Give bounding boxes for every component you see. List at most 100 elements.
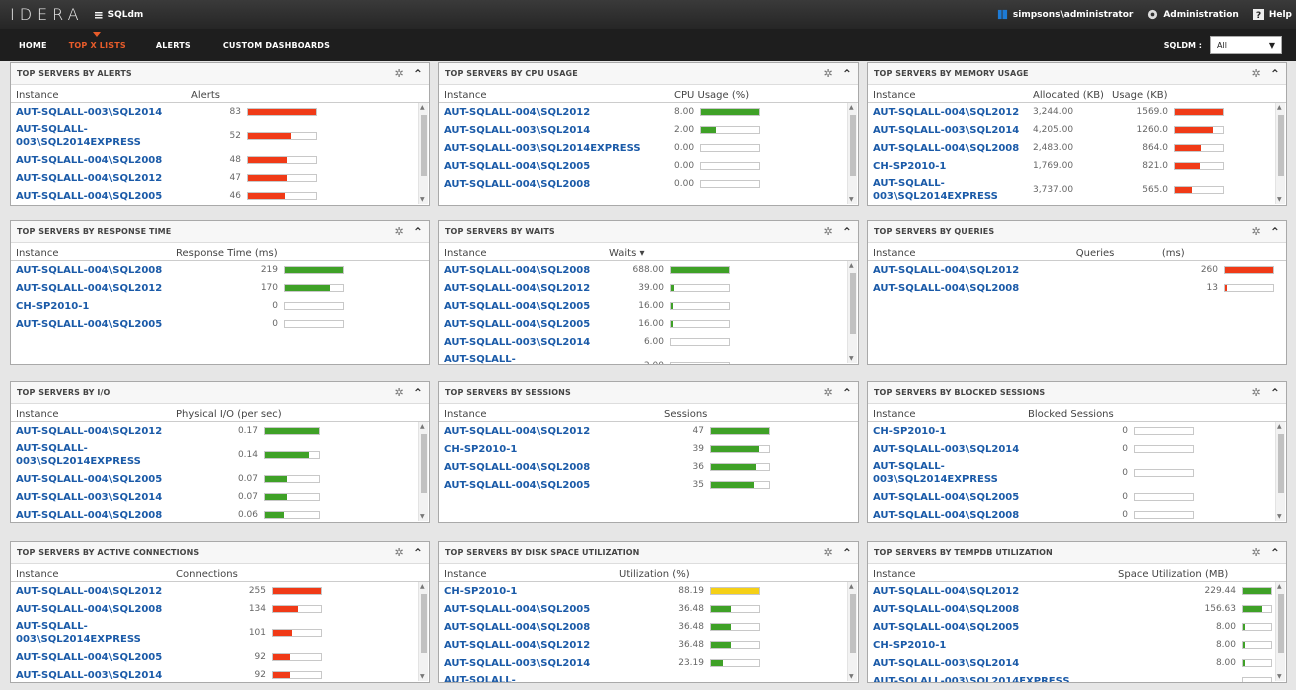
table-row[interactable]: AUT-SQLALL-004\SQL2008 48 [11,151,429,169]
instance-link[interactable]: AUT-SQLALL-004\SQL2005 [439,479,664,492]
scrollbar-thumb[interactable] [1278,594,1284,654]
scroll-up-icon[interactable]: ▲ [1277,583,1282,590]
instance-link[interactable]: AUT-SQLALL-003\SQL2014 [439,336,609,349]
table-row[interactable]: AUT-SQLALL-004\SQL2012 260 [868,261,1286,279]
scroll-down-icon[interactable]: ▼ [1277,513,1282,520]
column-header[interactable]: CPU Usage (%) [674,90,754,101]
scrollbar[interactable]: ▲ ▼ [418,582,428,681]
collapse-chevron-icon[interactable]: ⌃ [842,225,852,239]
column-header[interactable]: (ms) [1162,248,1286,259]
table-row[interactable]: AUT-SQLALL-004\SQL2012 8.00 [439,103,858,121]
column-header[interactable]: Instance [16,569,176,580]
instance-link[interactable]: AUT-SQLALL-004\SQL2005 [11,318,176,331]
scrollbar-thumb[interactable] [850,115,856,176]
user-menu[interactable]: simpsons\administrator [997,9,1133,20]
gear-icon[interactable]: ✲ [395,546,404,559]
instance-link[interactable]: AUT-SQLALL-003\SQL2014 [868,443,1028,456]
instance-link[interactable]: AUT-SQLALL-004\SQL2012 [11,282,176,295]
collapse-chevron-icon[interactable]: ⌃ [1270,386,1280,400]
collapse-chevron-icon[interactable]: ⌃ [842,386,852,400]
instance-link[interactable]: AUT-SQLALL-004\SQL2008 [11,264,176,277]
instance-link[interactable]: AUT-SQLALL-003\SQL2014EXPRESS [11,620,176,646]
table-row[interactable]: AUT-SQLALL-004\SQL2012 36.48 [439,636,858,654]
instance-link[interactable]: AUT-SQLALL-004\SQL2005 [868,491,1028,504]
instance-link[interactable]: AUT-SQLALL-004\SQL2012 [439,639,619,652]
scroll-up-icon[interactable]: ▲ [420,583,425,590]
column-header[interactable]: Instance [444,90,674,101]
column-header[interactable]: Waits ▾ [609,248,724,259]
column-header[interactable]: Response Time (ms) [176,248,338,259]
table-row[interactable]: AUT-SQLALL-003\SQL2014 6.00 [439,333,858,351]
table-row[interactable]: AUT-SQLALL-004\SQL2012 47 [11,169,429,187]
scrollbar[interactable]: ▲ ▼ [847,261,857,363]
scrollbar-thumb[interactable] [850,273,856,335]
scrollbar-thumb[interactable] [1278,115,1284,176]
column-header[interactable]: Instance [444,409,664,420]
table-row[interactable]: AUT-SQLALL-004\SQL2005 8.00 [868,618,1286,636]
nav-alerts[interactable]: ALERTS [156,41,191,50]
collapse-chevron-icon[interactable]: ⌃ [842,546,852,560]
scroll-down-icon[interactable]: ▼ [420,673,425,680]
scroll-down-icon[interactable]: ▼ [1277,673,1282,680]
instance-link[interactable]: AUT-SQLALL-004\SQL2012 [11,172,191,185]
table-row[interactable]: AUT-SQLALL-004\SQL2005 0.00 [439,157,858,175]
scroll-up-icon[interactable]: ▲ [1277,104,1282,111]
column-header[interactable]: Physical I/O (per sec) [176,409,314,420]
table-row[interactable]: AUT-SQLALL-004\SQL2005 0 [868,488,1286,506]
table-row[interactable]: AUT-SQLALL-004\SQL2005 46 [11,187,429,205]
instance-link[interactable]: CH-SP2010-1 [868,425,1028,438]
instance-link[interactable]: AUT-SQLALL-004\SQL2005 [11,190,191,203]
table-row[interactable]: AUT-SQLALL-004\SQL2005 92 [11,648,429,666]
table-row[interactable]: AUT-SQLALL-004\SQL2008 219 [11,261,429,279]
column-header[interactable]: Instance [873,248,1076,259]
scrollbar-thumb[interactable] [1278,434,1284,494]
instance-link[interactable]: CH-SP2010-1 [868,160,1033,173]
scroll-down-icon[interactable]: ▼ [849,355,854,362]
column-header[interactable]: Queries [1076,248,1162,259]
table-row[interactable]: AUT-SQLALL-003\SQL2014 2.00 [439,121,858,139]
column-header[interactable]: Instance [444,248,609,259]
scroll-down-icon[interactable]: ▼ [420,513,425,520]
table-row[interactable]: AUT-SQLALL-003\SQL2014EXPRESS 0.14 [11,440,429,470]
scrollbar-thumb[interactable] [421,434,427,494]
table-row[interactable]: AUT-SQLALL-003\SQL2014EXPRESS [439,672,858,682]
sqldm-filter-select[interactable]: All ▼ [1210,36,1282,54]
table-row[interactable]: AUT-SQLALL-004\SQL2008 688.00 [439,261,858,279]
table-row[interactable]: AUT-SQLALL-003\SQL2014 0.07 [11,488,429,506]
collapse-chevron-icon[interactable]: ⌃ [413,67,423,81]
scrollbar[interactable]: ▲ ▼ [1275,422,1285,521]
table-row[interactable]: AUT-SQLALL-003\SQL2014 23.19 [439,654,858,672]
table-row[interactable]: AUT-SQLALL-003\SQL2014EXPRESS 0.00 [439,139,858,157]
table-row[interactable]: AUT-SQLALL-004\SQL2012 47 [439,422,858,440]
instance-link[interactable]: AUT-SQLALL-004\SQL2008 [868,603,1118,616]
column-header[interactable]: Instance [444,569,619,580]
gear-icon[interactable]: ✲ [824,67,833,80]
collapse-chevron-icon[interactable]: ⌃ [842,67,852,81]
collapse-chevron-icon[interactable]: ⌃ [413,225,423,239]
table-row[interactable]: CH-SP2010-1 0 [868,422,1286,440]
instance-link[interactable]: AUT-SQLALL-004\SQL2008 [439,178,674,191]
table-row[interactable]: AUT-SQLALL-003\SQL2014EXPRESS2.00 [439,351,858,364]
instance-link[interactable]: AUT-SQLALL-003\SQL2014EXPRESS [439,142,674,155]
gear-icon[interactable]: ✲ [1252,386,1261,399]
column-header[interactable]: Instance [16,409,176,420]
instance-link[interactable]: AUT-SQLALL-003\SQL2014 [439,657,619,670]
collapse-chevron-icon[interactable]: ⌃ [1270,225,1280,239]
instance-link[interactable]: CH-SP2010-1 [868,639,1118,652]
instance-link[interactable]: AUT-SQLALL-004\SQL2012 [11,425,176,438]
column-header[interactable]: Instance [16,248,176,259]
scroll-up-icon[interactable]: ▲ [849,104,854,111]
table-row[interactable]: AUT-SQLALL-003\SQL2014 8.00 [868,654,1286,672]
table-row[interactable]: AUT-SQLALL-004\SQL2012 39.00 [439,279,858,297]
instance-link[interactable]: AUT-SQLALL-003\SQL2014EXPRESS [868,675,1118,683]
scrollbar[interactable]: ▲ ▼ [847,582,857,681]
instance-link[interactable]: AUT-SQLALL-003\SQL2014EXPRESS [868,460,1028,486]
table-row[interactable]: AUT-SQLALL-003\SQL2014EXPRESS 3,737.00 565… [868,175,1286,205]
instance-link[interactable]: AUT-SQLALL-004\SQL2008 [11,154,191,167]
instance-link[interactable]: AUT-SQLALL-003\SQL2014EXPRESS [439,674,619,682]
table-row[interactable]: AUT-SQLALL-004\SQL2008 156.63 [868,600,1286,618]
table-row[interactable]: AUT-SQLALL-004\SQL2005 36.48 [439,600,858,618]
instance-link[interactable]: AUT-SQLALL-004\SQL2012 [11,585,176,598]
instance-link[interactable]: AUT-SQLALL-004\SQL2008 [11,509,176,522]
table-row[interactable]: AUT-SQLALL-004\SQL2005 16.00 [439,315,858,333]
